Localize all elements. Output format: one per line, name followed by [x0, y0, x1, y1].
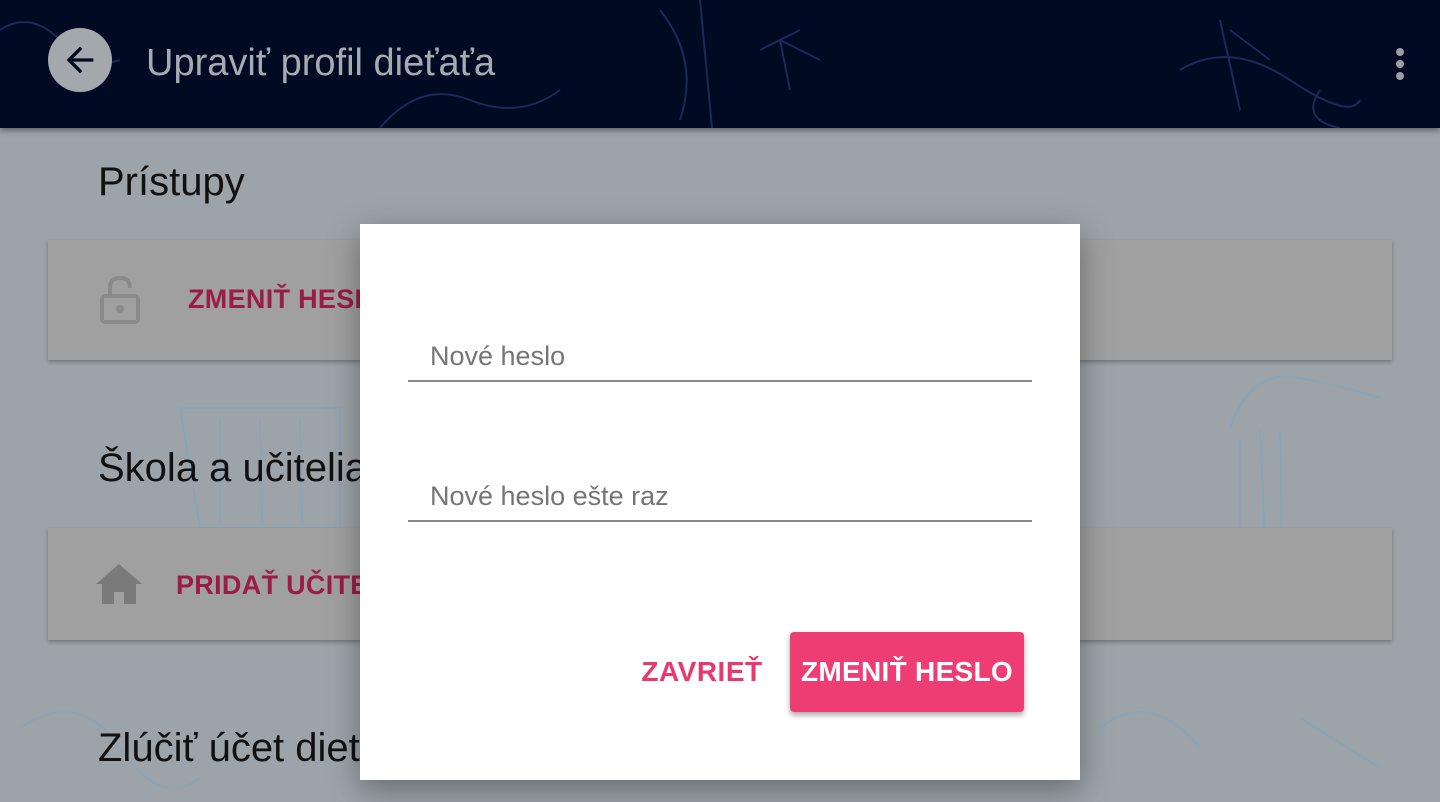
- change-password-dialog: ZAVRIEŤ ZMENIŤ HESLO: [360, 224, 1080, 780]
- close-button[interactable]: ZAVRIEŤ: [632, 632, 772, 712]
- change-password-button[interactable]: ZMENIŤ HESLO: [790, 632, 1024, 712]
- new-password-field[interactable]: [408, 320, 1054, 382]
- repeat-password-field[interactable]: [408, 460, 1054, 522]
- repeat-password-input[interactable]: [408, 481, 1054, 512]
- new-password-input[interactable]: [408, 341, 1054, 372]
